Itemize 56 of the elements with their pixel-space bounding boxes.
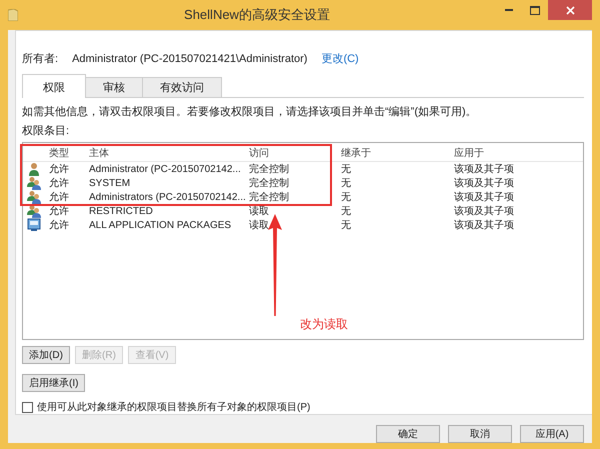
- checkbox-label: 使用可从此对象继承的权限项目替换所有子对象的权限项目(P): [37, 400, 310, 414]
- action-button[interactable]: 添加(D): [22, 346, 70, 364]
- table-cell-text: 无: [341, 177, 352, 190]
- tab[interactable]: 有效访问: [142, 77, 222, 97]
- close-icon: [566, 6, 574, 14]
- minimize-icon: [505, 9, 513, 11]
- table-cell-text: SYSTEM: [89, 178, 132, 188]
- checkbox[interactable]: [22, 402, 33, 412]
- table-cell-text: 完全控制: [249, 190, 290, 204]
- column-header[interactable]: 应用于: [454, 146, 583, 160]
- owner-label: 所有者:: [22, 52, 58, 66]
- column-header[interactable]: 继承于: [341, 146, 454, 160]
- column-header[interactable]: 类型: [49, 146, 89, 160]
- user-icon: [27, 162, 41, 176]
- table-cell-text: 该项及其子项: [454, 204, 515, 218]
- table-cell-text: 该项及其子项: [454, 176, 515, 190]
- dialog-button[interactable]: 确定: [376, 425, 440, 443]
- table-cell-text: 该项及其子项: [454, 218, 515, 232]
- column-header[interactable]: 主体: [89, 146, 249, 160]
- table-cell-text: 读取: [249, 218, 270, 232]
- table-cell-text: RESTRICTED: [89, 206, 154, 216]
- info-text: 如需其他信息，请双击权限项目。若要修改权限项目，请选择该项目并单击“编辑”(如果可用)。: [22, 104, 478, 119]
- table-cell-text: 读取: [249, 205, 270, 218]
- tab[interactable]: 权限: [22, 74, 86, 98]
- users-icon: [27, 190, 41, 204]
- users-icon: [27, 204, 41, 218]
- table-cell-text: 无: [341, 191, 352, 204]
- table-cell-text: 允许: [49, 162, 70, 176]
- dialog-button[interactable]: 应用(A): [520, 425, 584, 443]
- users-icon: [27, 176, 41, 190]
- table-cell-text: 完全控制: [249, 176, 290, 190]
- table-cell-text: 完全控制: [249, 162, 290, 176]
- table-cell-text: 无: [341, 219, 352, 232]
- table-cell-text: 允许: [49, 218, 70, 232]
- close-button[interactable]: [548, 0, 592, 20]
- enable-inheritance-button[interactable]: 启用继承(I): [22, 374, 86, 392]
- dialog-button[interactable]: 取消: [448, 425, 512, 443]
- table-cell-text: 该项及其子项: [454, 162, 515, 176]
- table-cell-text: 允许: [49, 176, 70, 190]
- table-cell-text: 无: [341, 205, 352, 218]
- maximize-icon: [530, 6, 540, 14]
- table-cell-text: 该项及其子项: [454, 190, 515, 204]
- annotation-text: 改为读取: [300, 316, 348, 333]
- table-cell-text: Administrators (PC-20150702142...: [89, 192, 247, 202]
- tab[interactable]: 审核: [85, 77, 143, 97]
- column-header[interactable]: 访问: [249, 146, 341, 160]
- table-cell-text: 允许: [49, 190, 70, 204]
- table-cell-text: ALL APPLICATION PACKAGES: [89, 220, 232, 230]
- permissions-label: 权限条目:: [22, 124, 70, 138]
- table-cell-text: 无: [341, 163, 352, 176]
- table-cell-text: Administrator (PC-20150702142...: [89, 164, 242, 174]
- table-cell-text: 允许: [49, 205, 70, 218]
- window-title: ShellNew的高级安全设置: [183, 6, 331, 24]
- folder-icon: [8, 9, 18, 21]
- owner-value: Administrator (PC-201507021421\Administrator): [72, 52, 308, 64]
- change-owner-link[interactable]: 更改(C): [321, 51, 359, 66]
